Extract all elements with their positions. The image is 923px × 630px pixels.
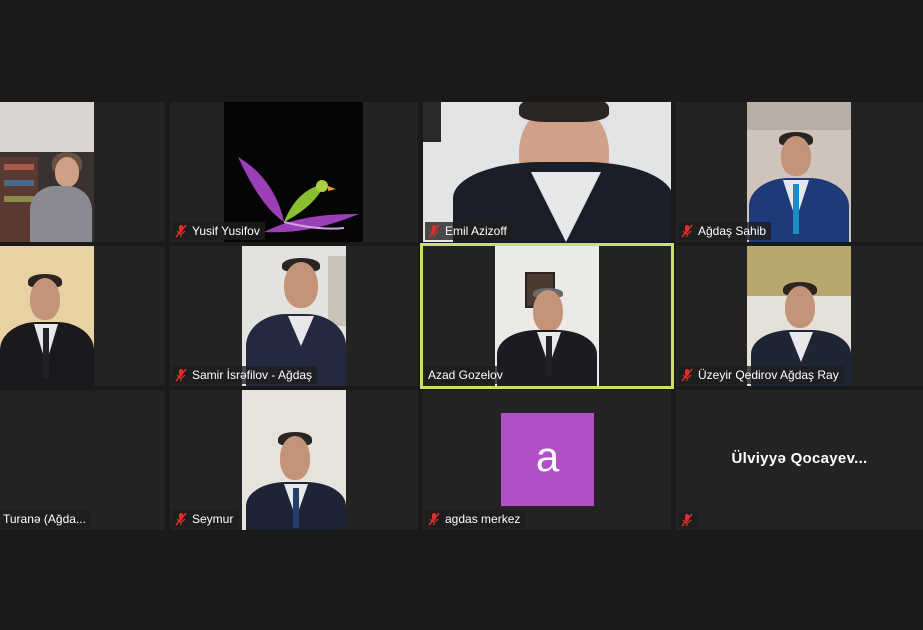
participant-nametag: Ağdaş Sahib — [678, 222, 772, 240]
participant-tile[interactable] — [0, 102, 165, 242]
microphone-muted-icon — [681, 224, 693, 238]
participant-video — [242, 390, 346, 530]
participant-name: Ağdaş Sahib — [698, 224, 767, 238]
participant-name: Azad Gozelov — [428, 368, 503, 382]
participant-video — [747, 102, 851, 242]
participant-name: Emil Azizoff — [445, 224, 507, 238]
microphone-muted-icon — [175, 224, 187, 238]
participant-tile[interactable]: Turanə (Ağda... — [0, 390, 165, 530]
participant-name: Üzeyir Qedirov Ağdaş Ray — [698, 368, 839, 382]
participant-avatar: a — [501, 413, 594, 506]
participant-nametag: Turanə (Ağda... — [0, 510, 91, 528]
participant-nametag: Azad Gozelov — [425, 366, 508, 384]
bird-logo-image — [238, 157, 359, 233]
participant-tile[interactable] — [0, 246, 165, 386]
participant-tile[interactable]: Üzeyir Qedirov Ağdaş Ray — [676, 246, 923, 386]
participant-nametag: Samir İsrəfilov - Ağdaş — [172, 366, 318, 384]
microphone-muted-icon — [681, 513, 693, 527]
participant-tile[interactable]: a agdas merkez — [423, 390, 671, 530]
participant-video — [747, 246, 851, 386]
participant-name: Seymur — [192, 512, 234, 526]
microphone-muted-icon — [428, 512, 440, 526]
participant-nametag: Üzeyir Qedirov Ağdaş Ray — [678, 366, 844, 384]
participant-nametag: Yusif Yusifov — [172, 222, 265, 240]
participant-nametag: Seymur — [172, 510, 239, 528]
participant-tile[interactable]: Yusif Yusifov — [170, 102, 418, 242]
participant-tile[interactable]: Emil Azizoff — [423, 102, 671, 242]
active-speaker-tile[interactable]: Azad Gozelov — [420, 243, 674, 389]
participant-name: agdas merkez — [445, 512, 521, 526]
participant-nametag: agdas merkez — [425, 510, 526, 528]
participant-display-name: Ülviyyə Qocayev... — [731, 450, 868, 467]
participant-video — [0, 102, 94, 242]
participant-tile[interactable]: Samir İsrəfilov - Ağdaş — [170, 246, 418, 386]
participant-nametag — [678, 512, 698, 528]
microphone-muted-icon — [428, 224, 440, 238]
participant-video — [495, 246, 599, 386]
participant-tile[interactable]: Ülviyyə Qocayev... — [676, 390, 923, 530]
participant-name: Turanə (Ağda... — [3, 512, 86, 526]
participant-tile[interactable]: Ağdaş Sahib — [676, 102, 923, 242]
participant-video — [423, 102, 671, 242]
microphone-muted-icon — [681, 368, 693, 382]
participant-video — [242, 246, 346, 386]
microphone-muted-icon — [175, 368, 187, 382]
participant-name: Samir İsrəfilov - Ağdaş — [192, 368, 313, 382]
participant-video — [0, 246, 94, 386]
participant-nametag: Emil Azizoff — [425, 222, 512, 240]
microphone-muted-icon — [175, 512, 187, 526]
participant-video — [224, 102, 363, 242]
participant-name: Yusif Yusifov — [192, 224, 260, 238]
participant-tile[interactable]: Seymur — [170, 390, 418, 530]
